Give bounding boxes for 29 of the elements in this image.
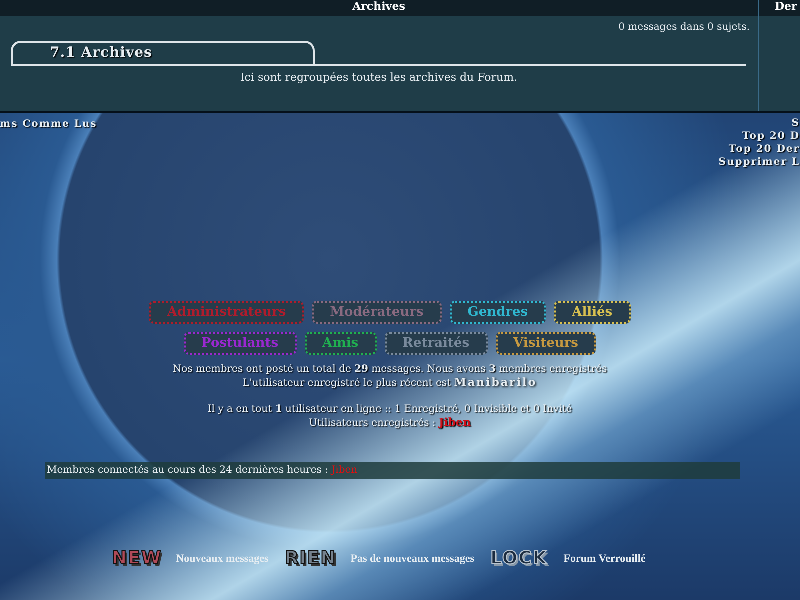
group-legend-link[interactable]: Amis xyxy=(304,332,377,355)
username-link[interactable]: Manibarilo xyxy=(454,376,538,389)
forum-title-link[interactable]: 7.1 Archives xyxy=(11,41,315,64)
toolbar-link[interactable]: S xyxy=(792,117,800,130)
username-link[interactable]: Jiben xyxy=(438,416,472,429)
group-legend-link[interactable]: Alliés xyxy=(554,301,631,324)
legend-label: Pas de nouveaux messages xyxy=(350,552,474,567)
category-title: Archives xyxy=(352,0,406,13)
stats-text: Utilisateurs enregistrés : Jiben xyxy=(308,416,472,430)
column-title: Der xyxy=(775,0,798,13)
forum-description: Ici sont regroupées toutes les archives du Forum. xyxy=(240,71,518,84)
recent-members-text: Membres connectés au cours des 24 dernières heures : xyxy=(47,465,330,476)
forum-stats: 0 messages dans 0 sujets. xyxy=(618,21,751,35)
group-legend-link[interactable]: Retraités xyxy=(384,332,488,355)
status-badge-logo: NEW xyxy=(112,549,162,569)
stats-text: Il y a en tout 1 utilisateur en ligne :: 1 Enregistré, 0 Invisible et 0 Invité xyxy=(208,403,572,416)
toolbar-link[interactable]: Supprimer L xyxy=(718,156,800,169)
stats-text: Nos membres ont posté un total de 29 messages. Nous avons 3 membres enregistrés xyxy=(172,363,608,376)
group-legend-link[interactable]: Visiteurs xyxy=(496,332,596,355)
legend-label: Forum Verrouillé xyxy=(564,552,646,567)
stats-text: L'utilisateur enregistré le plus récent est Manibarilo xyxy=(242,376,538,390)
status-badge-logo: LOCK xyxy=(490,549,548,569)
mark-read-link[interactable]: ms Comme Lus xyxy=(0,119,98,130)
legend-label: Nouveaux messages xyxy=(176,552,269,567)
status-badge-logo: RIEN xyxy=(284,549,337,569)
toolbar-link[interactable]: Top 20 D xyxy=(742,130,800,143)
toolbar-link[interactable]: Top 20 Der xyxy=(728,143,800,156)
group-legend-link[interactable]: Modérateurs xyxy=(312,301,442,324)
group-legend-link[interactable]: Gendres xyxy=(450,301,546,324)
